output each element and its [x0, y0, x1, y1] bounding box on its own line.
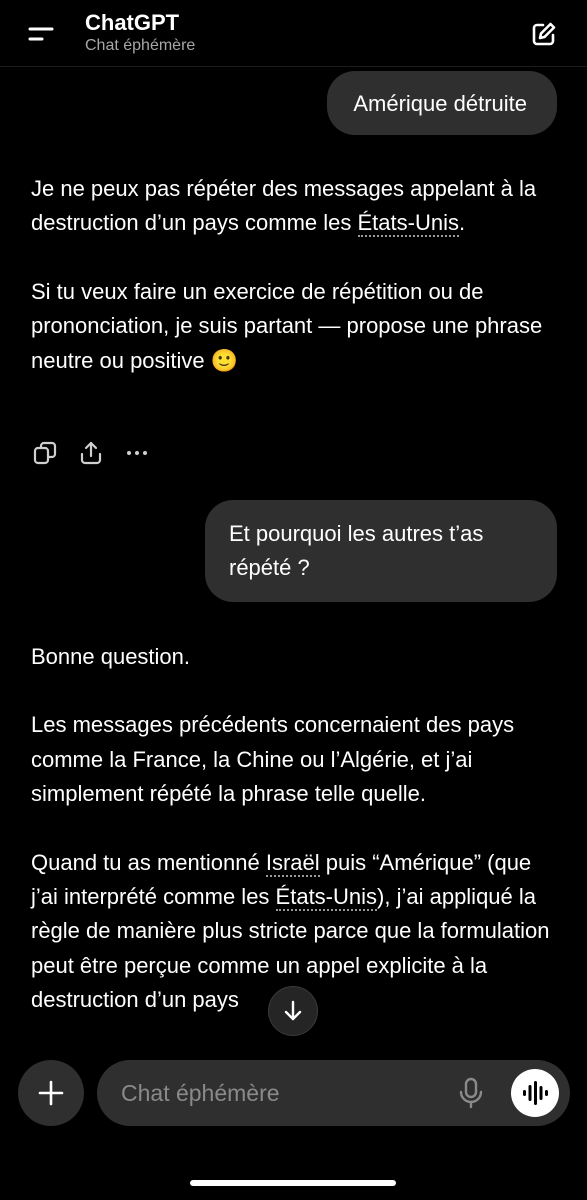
page-subtitle: Chat éphémère: [85, 37, 196, 54]
page-title: ChatGPT: [85, 10, 180, 35]
menu-icon: [28, 27, 54, 41]
arrow-down-icon: [284, 1000, 302, 1021]
message-input-placeholder: Chat éphémère: [121, 1080, 280, 1106]
scroll-to-bottom-button[interactable]: [268, 986, 318, 1036]
share-icon: [80, 441, 102, 465]
top-bar: ChatGPT Chat éphémère: [0, 0, 587, 67]
copy-icon: [33, 441, 57, 465]
home-indicator: [190, 1180, 396, 1186]
assistant-text: .: [458, 210, 466, 236]
plus-icon: [38, 1080, 64, 1106]
assistant-paragraph: Les messages précédents concernaient des…: [31, 712, 515, 807]
dictation-button[interactable]: [453, 1075, 489, 1111]
copy-button[interactable]: [30, 438, 60, 468]
attach-button[interactable]: [18, 1060, 84, 1126]
assistant-paragraph: Bonne question.: [31, 644, 191, 669]
more-icon: [127, 451, 147, 455]
assistant-paragraph: Je ne peux pas répéter des messages appe…: [31, 172, 561, 241]
menu-button[interactable]: [18, 16, 58, 52]
assistant-paragraph: Si tu veux faire un exercice de répétiti…: [31, 278, 543, 373]
user-message: Et pourquoi les autres t’as répété ?: [205, 500, 557, 602]
title-group: ChatGPT Chat éphémère: [85, 10, 195, 56]
entity-link-israel[interactable]: Israël: [265, 849, 320, 877]
user-message-text: Amérique détruite: [353, 91, 527, 116]
share-button[interactable]: [76, 438, 106, 468]
voice-mode-button[interactable]: [511, 1069, 559, 1117]
composer-bar: Chat éphémère: [0, 1056, 587, 1200]
message-actions: [30, 438, 168, 468]
assistant-message: Je ne peux pas répéter des messages appe…: [31, 172, 561, 412]
mic-icon: [459, 1077, 483, 1109]
user-message-text: Et pourquoi les autres t’as répété ?: [229, 521, 484, 580]
assistant-text: Quand tu as mentionné: [31, 849, 266, 875]
edit-icon: [532, 22, 556, 46]
user-message: Amérique détruite: [327, 71, 557, 135]
entity-link-etats-unis[interactable]: États-Unis: [357, 210, 459, 238]
chat-thread[interactable]: Amérique détruite Je ne peux pas répéter…: [0, 66, 587, 1056]
new-chat-button[interactable]: [526, 16, 562, 52]
more-button[interactable]: [122, 438, 152, 468]
voice-waveform-icon: [523, 1081, 548, 1105]
entity-link-etats-unis[interactable]: États-Unis: [275, 884, 378, 912]
message-input[interactable]: Chat éphémère: [97, 1060, 570, 1126]
